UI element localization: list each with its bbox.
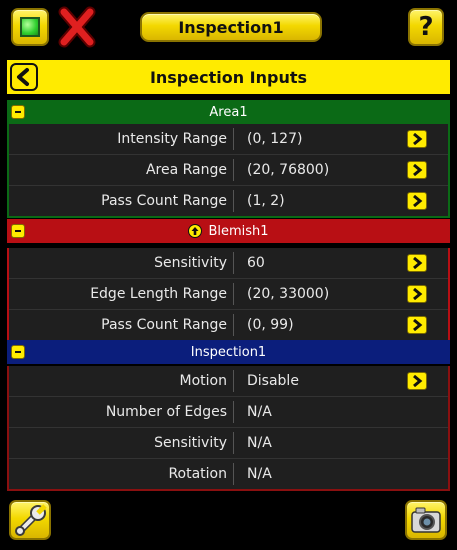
collapse-icon[interactable]: [11, 105, 25, 119]
row-value: (20, 33000): [247, 286, 330, 302]
edit-arrow-button[interactable]: [407, 316, 427, 334]
page-header: Inspection Inputs: [7, 60, 450, 94]
row-label: Edge Length Range: [90, 286, 227, 302]
divider: [233, 463, 234, 485]
row-label: Sensitivity: [154, 255, 227, 271]
row-value: N/A: [247, 404, 272, 420]
table-row: Edge Length Range (20, 33000): [9, 279, 448, 310]
wrench-icon: [15, 504, 47, 536]
table-row: Rotation N/A: [9, 459, 448, 489]
divider: [233, 128, 234, 150]
chevron-right-icon: [413, 288, 423, 300]
table-row: Motion Disable: [9, 366, 448, 397]
divider: [233, 432, 234, 454]
section-body-inspection1: Motion Disable Number of Edges N/A Sensi…: [7, 366, 450, 491]
chevron-right-icon: [413, 319, 423, 331]
row-label: Number of Edges: [105, 404, 227, 420]
divider: [233, 252, 234, 274]
table-row: Sensitivity N/A: [9, 428, 448, 459]
edit-arrow-button[interactable]: [407, 192, 427, 210]
section-header-inspection1[interactable]: Inspection1: [7, 340, 450, 364]
row-value: Disable: [247, 373, 299, 389]
chevron-right-icon: [413, 164, 423, 176]
row-label: Sensitivity: [154, 435, 227, 451]
row-label: Intensity Range: [117, 131, 227, 147]
row-value: (1, 2): [247, 193, 285, 209]
inspection-title-label: Inspection1: [178, 17, 284, 37]
run-indicator-icon: [20, 17, 40, 37]
help-icon: ?: [418, 12, 434, 42]
chevron-right-icon: [413, 195, 423, 207]
chevron-right-icon: [413, 257, 423, 269]
table-row: Pass Count Range (1, 2): [9, 186, 448, 216]
close-icon[interactable]: [58, 6, 96, 48]
section-header-area1[interactable]: Area1: [7, 100, 450, 124]
row-value: (20, 76800): [247, 162, 330, 178]
chevron-right-icon: [413, 133, 423, 145]
section-header-blemish1[interactable]: Blemish1: [7, 219, 450, 243]
camera-button[interactable]: [405, 500, 447, 540]
divider: [233, 190, 234, 212]
divider: [233, 401, 234, 423]
edit-arrow-button[interactable]: [407, 130, 427, 148]
row-label: Rotation: [168, 466, 227, 482]
section-body-blemish1: Sensitivity 60 Edge Length Range (20, 33…: [7, 248, 450, 342]
up-arrow-circle-icon: [188, 224, 203, 238]
run-mode-button[interactable]: [11, 8, 49, 46]
edit-arrow-button[interactable]: [407, 372, 427, 390]
row-label: Pass Count Range: [101, 193, 227, 209]
row-value: 60: [247, 255, 265, 271]
section-title: Area1: [209, 104, 248, 120]
divider: [233, 159, 234, 181]
help-button[interactable]: ?: [408, 8, 444, 46]
section-title: Inspection1: [190, 344, 267, 360]
divider: [233, 314, 234, 336]
divider: [233, 283, 234, 305]
collapse-icon[interactable]: [11, 345, 25, 359]
row-label: Area Range: [145, 162, 227, 178]
page-title: Inspection Inputs: [149, 67, 308, 87]
table-row: Pass Count Range (0, 99): [9, 310, 448, 340]
edit-arrow-button[interactable]: [407, 161, 427, 179]
settings-button[interactable]: [9, 500, 51, 540]
table-row: Sensitivity 60: [9, 248, 448, 279]
collapse-icon[interactable]: [11, 224, 25, 238]
inspection-title-button[interactable]: Inspection1: [140, 12, 322, 42]
section-body-area1: Intensity Range (0, 127) Area Range (20,…: [7, 124, 450, 218]
table-row: Intensity Range (0, 127): [9, 124, 448, 155]
back-button[interactable]: [10, 63, 38, 91]
camera-icon: [411, 507, 441, 533]
edit-arrow-button[interactable]: [407, 254, 427, 272]
row-label: Motion: [179, 373, 227, 389]
divider: [233, 370, 234, 392]
row-value: (0, 127): [247, 131, 303, 147]
row-value: N/A: [247, 435, 272, 451]
edit-arrow-button[interactable]: [407, 285, 427, 303]
back-arrow-icon: [17, 68, 29, 86]
table-row: Number of Edges N/A: [9, 397, 448, 428]
table-row: Area Range (20, 76800): [9, 155, 448, 186]
row-value: N/A: [247, 466, 272, 482]
section-title: Blemish1: [208, 223, 269, 239]
chevron-right-icon: [413, 375, 423, 387]
row-value: (0, 99): [247, 317, 294, 333]
row-label: Pass Count Range: [101, 317, 227, 333]
